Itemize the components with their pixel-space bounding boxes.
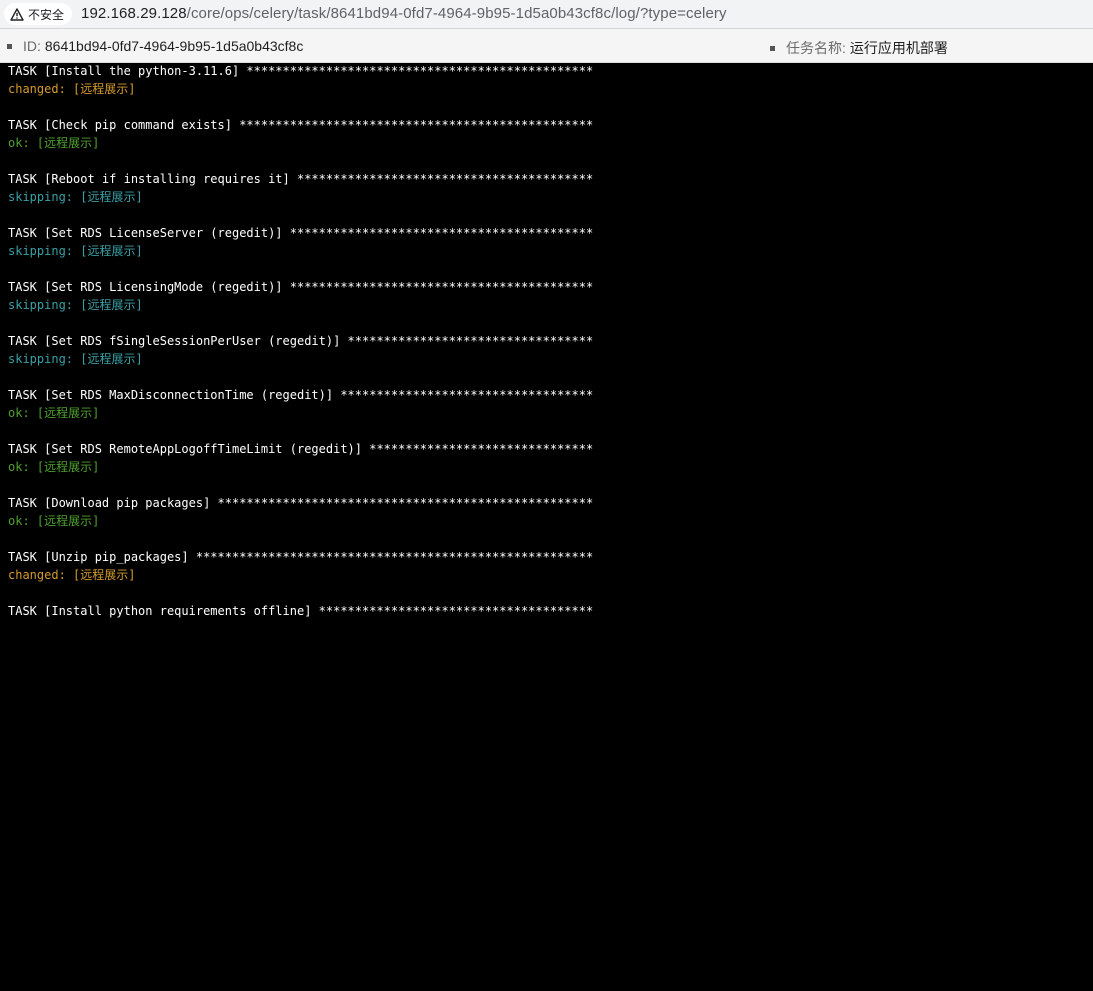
log-status-changed: changed: [远程展示] [8, 568, 136, 582]
log-blank-line [8, 368, 593, 386]
log-task-line: TASK [Install the python-3.11.6] *******… [8, 64, 594, 78]
url-host: 192.168.29.128 [81, 5, 187, 22]
log-blank-line [8, 152, 593, 170]
task-id-label: ID: [23, 38, 41, 54]
browser-address-bar[interactable]: 不安全 192.168.29.128/core/ops/celery/task/… [0, 0, 1093, 29]
log-status-changed: changed: [远程展示] [8, 82, 136, 96]
log-status-ok: ok: [远程展示] [8, 406, 100, 420]
log-status-ok: ok: [远程展示] [8, 514, 100, 528]
log-blank-line [8, 530, 593, 548]
task-info-bar: ID: 8641bd94-0fd7-4964-9b95-1d5a0b43cf8c… [0, 29, 1093, 63]
security-indicator[interactable]: 不安全 [4, 3, 73, 25]
log-task-line: TASK [Unzip pip_packages] **************… [8, 550, 594, 564]
task-id-item: ID: 8641bd94-0fd7-4964-9b95-1d5a0b43cf8c [7, 38, 303, 54]
log-blank-line [8, 98, 593, 116]
log-task-line: TASK [Set RDS LicenseServer (regedit)] *… [8, 226, 594, 240]
log-blank-line [8, 206, 593, 224]
log-status-skipping: skipping: [远程展示] [8, 352, 143, 366]
url-path: /core/ops/celery/task/8641bd94-0fd7-4964… [186, 5, 727, 22]
log-task-line: TASK [Set RDS LicensingMode (regedit)] *… [8, 280, 594, 294]
log-blank-line [8, 476, 593, 494]
log-status-ok: ok: [远程展示] [8, 136, 100, 150]
bullet-icon [7, 43, 12, 49]
log-task-line: TASK [Reboot if installing requires it] … [8, 172, 594, 186]
log-task-line: TASK [Set RDS fSingleSessionPerUser (reg… [8, 334, 594, 348]
security-label: 不安全 [28, 7, 65, 22]
terminal-log-output: TASK [Install the python-3.11.6] *******… [8, 62, 593, 620]
task-id-value: 8641bd94-0fd7-4964-9b95-1d5a0b43cf8c [44, 38, 304, 54]
log-task-line: TASK [Set RDS MaxDisconnectionTime (rege… [8, 388, 594, 402]
log-task-line: TASK [Set RDS RemoteAppLogoffTimeLimit (… [8, 442, 594, 456]
log-status-skipping: skipping: [远程展示] [8, 244, 143, 258]
log-task-line: TASK [Install python requirements offlin… [8, 604, 594, 618]
bullet-icon [770, 45, 775, 51]
log-task-line: TASK [Download pip packages] ***********… [8, 496, 594, 510]
log-blank-line [8, 260, 593, 278]
log-status-skipping: skipping: [远程展示] [8, 190, 143, 204]
log-task-line: TASK [Check pip command exists] ********… [8, 118, 594, 132]
log-status-skipping: skipping: [远程展示] [8, 298, 143, 312]
task-name-value: 运行应用机部署 [849, 40, 948, 56]
log-blank-line [8, 584, 593, 602]
log-blank-line [8, 314, 593, 332]
log-status-ok: ok: [远程展示] [8, 460, 100, 474]
warning-icon [10, 7, 24, 21]
url-input[interactable]: 192.168.29.128/core/ops/celery/task/8641… [81, 5, 727, 22]
log-blank-line [8, 422, 593, 440]
task-name-label: 任务名称: [786, 40, 846, 56]
task-name-item: 任务名称: 运行应用机部署 [770, 38, 948, 58]
